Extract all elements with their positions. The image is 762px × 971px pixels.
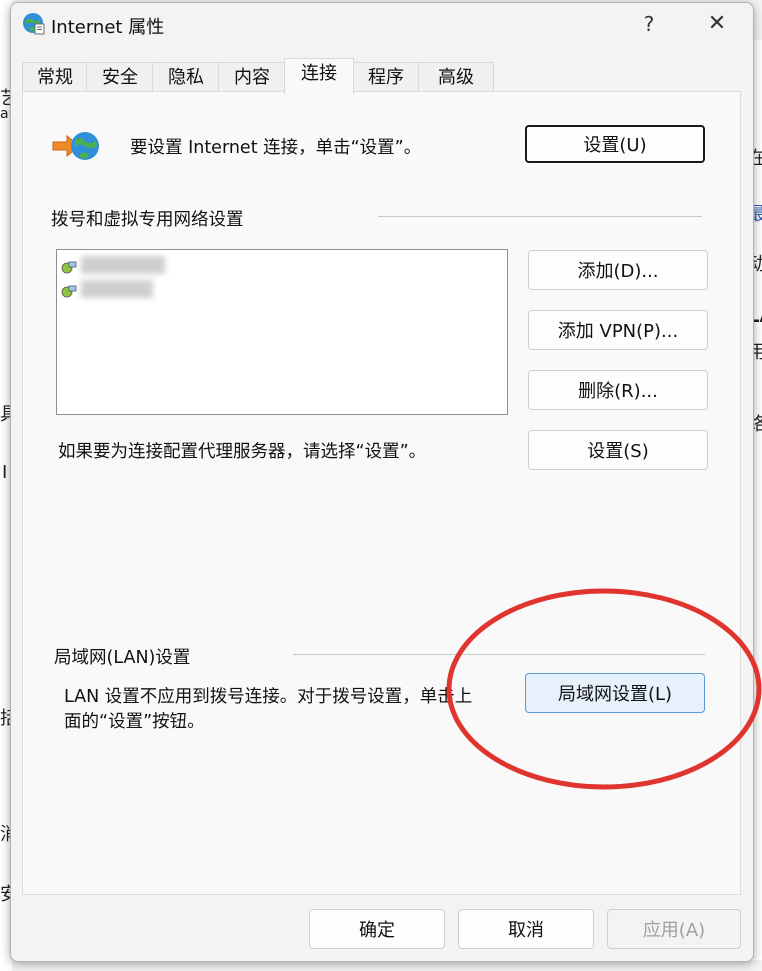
list-item[interactable] [61, 280, 181, 302]
close-button[interactable]: ✕ [699, 7, 735, 41]
tab-programs[interactable]: 程序 [352, 62, 420, 93]
redacted-connection-name [81, 256, 165, 274]
help-button[interactable]: ? [631, 7, 667, 41]
group-divider [378, 216, 702, 217]
redacted-connection-name [81, 280, 153, 298]
dialup-connection-icon [61, 261, 77, 274]
tab-general[interactable]: 常规 [22, 62, 88, 93]
internet-globe-icon [23, 13, 45, 35]
dialup-group-title: 拨号和虚拟专用网络设置 [51, 210, 244, 230]
proxy-description: 如果要为连接配置代理服务器，请选择“设置”。 [58, 442, 427, 462]
ok-button[interactable]: 确定 [309, 909, 445, 949]
dialog-title: Internet 属性 [51, 17, 165, 38]
tab-security[interactable]: 安全 [86, 62, 154, 93]
list-item[interactable] [61, 256, 181, 278]
add-button[interactable]: 添加(D)... [528, 250, 708, 290]
setup-description: 要设置 Internet 连接，单击“设置”。 [130, 138, 422, 158]
cancel-button[interactable]: 取消 [458, 909, 594, 949]
add-vpn-button[interactable]: 添加 VPN(P)... [528, 310, 708, 350]
tab-privacy[interactable]: 隐私 [152, 62, 220, 93]
dialup-connection-icon [61, 285, 77, 298]
lan-group-title: 局域网(LAN)设置 [54, 648, 191, 668]
title-bar[interactable]: Internet 属性 ? ✕ [11, 3, 753, 45]
internet-properties-dialog: Internet 属性 ? ✕ 常规 安全 隐私 内容 连接 程序 高级 要设置… [10, 2, 754, 962]
group-divider [293, 654, 705, 655]
apply-button[interactable]: 应用(A) [607, 909, 741, 949]
setup-button[interactable]: 设置(U) [525, 125, 705, 163]
lan-description-line2: 面的“设置”按钮。 [64, 712, 205, 732]
proxy-settings-button[interactable]: 设置(S) [528, 430, 708, 470]
remove-button[interactable]: 删除(R)... [528, 370, 708, 410]
lan-description-line1: LAN 设置不应用到拨号连接。对于拨号设置，单击上 [64, 687, 473, 707]
internet-connection-icon [52, 132, 99, 160]
tab-connections[interactable]: 连接 [284, 58, 354, 94]
tab-content[interactable]: 内容 [218, 62, 286, 93]
connections-panel: 要设置 Internet 连接，单击“设置”。 设置(U) 拨号和虚拟专用网络设… [22, 91, 741, 895]
lan-settings-button[interactable]: 局域网设置(L) [525, 673, 705, 713]
connections-listbox[interactable] [56, 249, 508, 415]
tab-advanced[interactable]: 高级 [418, 62, 494, 93]
